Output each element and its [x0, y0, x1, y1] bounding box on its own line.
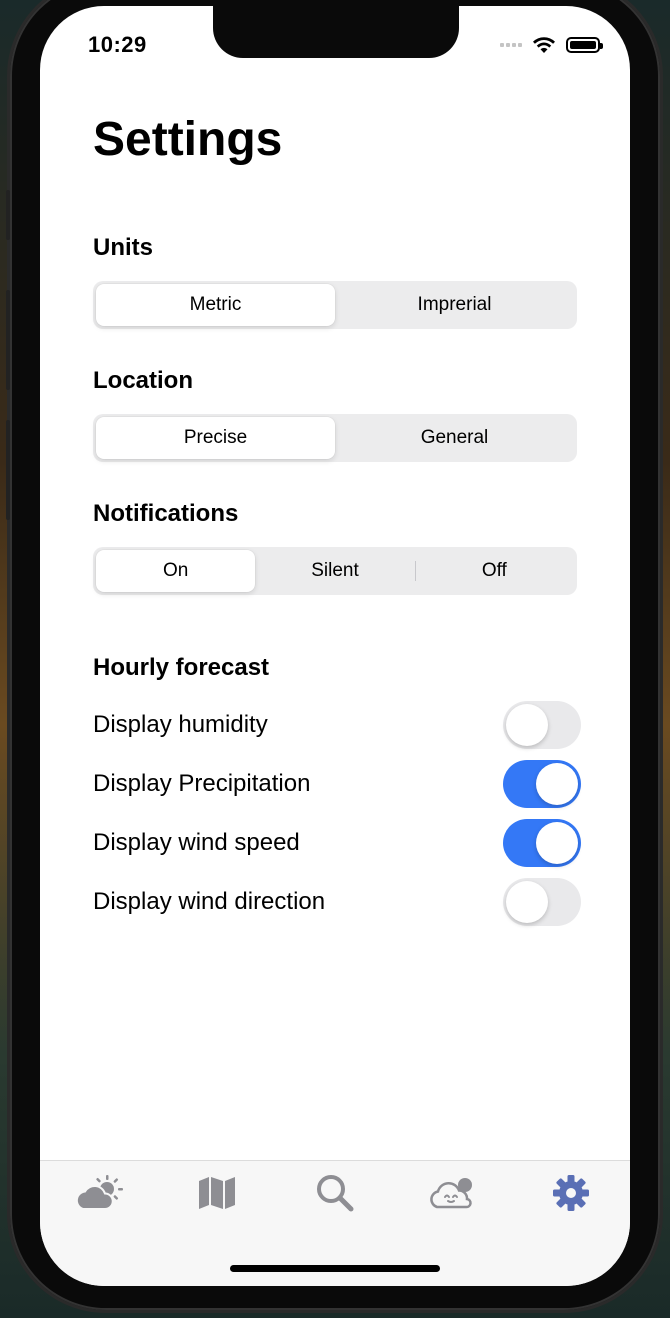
notifications-segmented-control[interactable]: On Silent Off — [93, 547, 577, 595]
status-icons — [500, 36, 603, 54]
side-button — [6, 190, 10, 240]
location-segmented-control[interactable]: Precise General — [93, 414, 577, 462]
switch-knob — [506, 704, 548, 746]
cloud-face-icon — [430, 1178, 472, 1209]
location-label: Location — [93, 367, 193, 394]
tab-search[interactable] — [305, 1171, 365, 1215]
notifications-option-off[interactable]: Off — [414, 550, 574, 592]
units-option-imperial[interactable]: Imprerial — [335, 284, 574, 326]
tab-bar — [40, 1160, 630, 1286]
wind-speed-switch[interactable] — [503, 819, 581, 867]
tab-map[interactable] — [187, 1171, 247, 1215]
toggle-row-precipitation: Display Precipitation — [93, 760, 581, 808]
switch-knob — [536, 763, 578, 805]
notch — [213, 6, 459, 58]
gear-icon — [553, 1175, 589, 1211]
toggle-label: Display wind direction — [93, 888, 326, 915]
units-segmented-control[interactable]: Metric Imprerial — [93, 281, 577, 329]
map-icon — [199, 1177, 235, 1209]
toggle-label: Display humidity — [93, 711, 268, 738]
toggle-row-humidity: Display humidity — [93, 701, 581, 749]
location-option-precise[interactable]: Precise — [96, 417, 335, 459]
precipitation-switch[interactable] — [503, 760, 581, 808]
wifi-icon — [533, 37, 555, 53]
tab-settings[interactable] — [541, 1171, 601, 1215]
status-time: 10:29 — [88, 32, 147, 57]
side-button — [6, 290, 10, 390]
wind-direction-switch[interactable] — [503, 878, 581, 926]
units-option-metric[interactable]: Metric — [96, 284, 335, 326]
search-icon — [317, 1175, 354, 1212]
units-label: Units — [93, 234, 153, 261]
humidity-switch[interactable] — [503, 701, 581, 749]
location-option-general[interactable]: General — [335, 417, 574, 459]
toggle-label: Display wind speed — [93, 829, 300, 856]
notifications-option-on[interactable]: On — [96, 550, 256, 592]
toggle-label: Display Precipitation — [93, 770, 311, 797]
screen: 10:29 Settings Units Metric Imprerial Lo… — [40, 6, 630, 1286]
hourly-forecast-label: Hourly forecast — [93, 654, 270, 681]
tab-weather[interactable] — [70, 1171, 130, 1215]
battery-icon — [566, 37, 603, 53]
switch-knob — [506, 881, 548, 923]
toggle-row-wind-direction: Display wind direction — [93, 878, 581, 926]
notifications-label: Notifications — [93, 500, 239, 527]
cellular-signal-icon — [500, 43, 522, 47]
home-indicator[interactable] — [230, 1265, 440, 1272]
side-button — [6, 420, 10, 520]
partly-sunny-icon — [75, 1175, 123, 1210]
page-title: Settings — [93, 113, 283, 166]
notifications-option-silent[interactable]: Silent — [255, 550, 414, 592]
tab-forecast[interactable] — [423, 1171, 483, 1215]
switch-knob — [536, 822, 578, 864]
toggle-row-wind-speed: Display wind speed — [93, 819, 581, 867]
